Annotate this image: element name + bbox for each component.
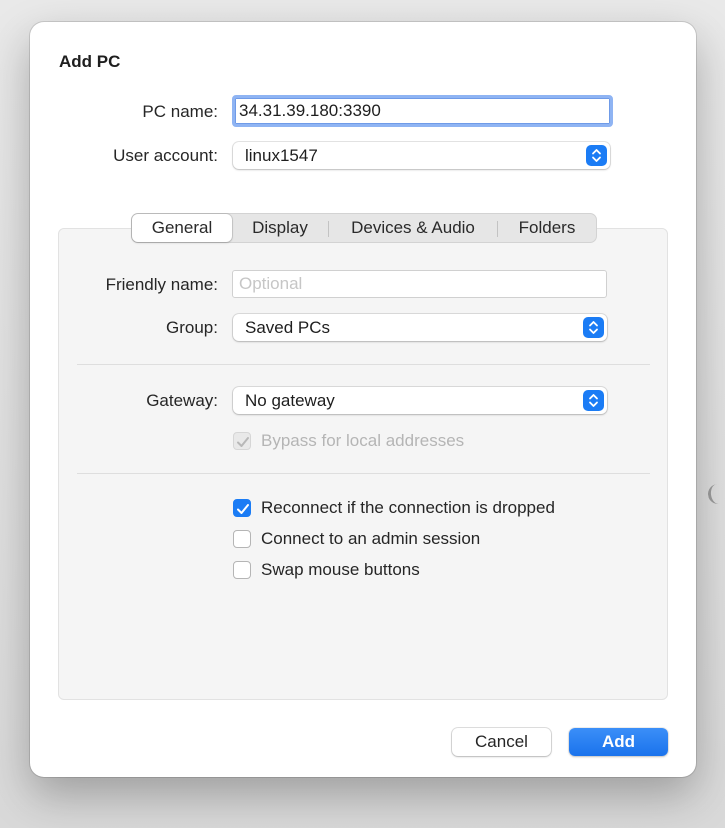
reconnect-label[interactable]: Reconnect if the connection is dropped [261,498,555,518]
tab-folders[interactable]: Folders [498,214,596,242]
bypass-local-label: Bypass for local addresses [261,431,465,450]
swap-mouse-label[interactable]: Swap mouse buttons [261,560,420,580]
dialog-title: Add PC [59,52,121,71]
tab-bar: General Display Devices & Audio Folders [131,213,597,243]
pc-name-input[interactable] [232,95,613,127]
up-down-chevron-icon [586,145,607,166]
up-down-chevron-icon [583,317,604,338]
friendly-name-input[interactable] [232,270,607,298]
cancel-button[interactable]: Cancel [452,728,551,756]
tab-display[interactable]: Display [232,214,328,242]
checkmark-icon [237,437,249,447]
group-value: Saved PCs [245,318,331,337]
up-down-chevron-icon [583,390,604,411]
user-account-value: linux1547 [245,146,318,165]
group-label: Group: [166,318,218,337]
gateway-label: Gateway: [146,391,218,410]
gateway-value: No gateway [245,391,335,410]
user-account-label: User account: [113,146,218,165]
add-button[interactable]: Add [569,728,668,756]
tab-general[interactable]: General [132,214,232,242]
pc-name-label: PC name: [142,102,218,121]
tab-content-panel [58,228,668,700]
tab-devices-audio[interactable]: Devices & Audio [329,214,497,242]
checkmark-icon [237,504,249,514]
reconnect-checkbox[interactable] [233,499,251,517]
user-account-select[interactable]: linux1547 [233,142,610,169]
friendly-name-label: Friendly name: [105,275,218,294]
section-divider [77,473,650,474]
bypass-local-checkbox [233,432,251,450]
add-pc-dialog: Add PC PC name: User account: linux1547 … [30,22,696,777]
swap-mouse-checkbox[interactable] [233,561,251,579]
group-select[interactable]: Saved PCs [233,314,607,341]
admin-session-label[interactable]: Connect to an admin session [261,529,480,549]
gateway-select[interactable]: No gateway [233,387,607,414]
admin-session-checkbox[interactable] [233,530,251,548]
section-divider [77,364,650,365]
